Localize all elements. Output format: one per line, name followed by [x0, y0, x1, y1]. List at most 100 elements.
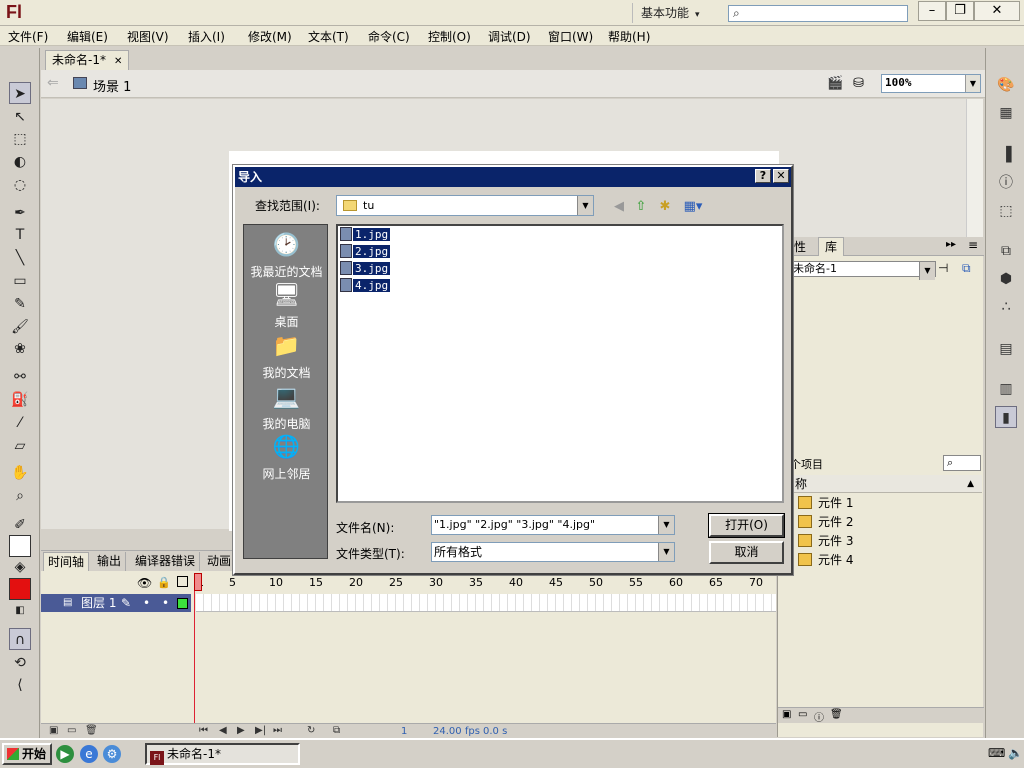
minimize-button[interactable]: –: [918, 1, 946, 21]
loop-icon[interactable]: ↻: [307, 725, 315, 736]
cancel-button[interactable]: 取消: [709, 541, 784, 564]
frame-rate[interactable]: 24.00 fps: [433, 726, 480, 737]
tab-library[interactable]: 库: [818, 237, 845, 256]
new-library-icon[interactable]: ⧉: [962, 261, 971, 276]
frame-number[interactable]: 70: [749, 576, 763, 589]
frame-number[interactable]: 35: [469, 576, 483, 589]
pen-icon[interactable]: ✒: [9, 202, 31, 224]
playhead-handle[interactable]: [194, 573, 202, 591]
new-symbol-icon[interactable]: ▣: [782, 709, 791, 720]
lasso-icon[interactable]: ◌: [9, 174, 31, 196]
motion-presets-icon[interactable]: ∴: [995, 296, 1017, 318]
step-back-icon[interactable]: ◀: [219, 725, 227, 736]
deco-tool-icon[interactable]: ❀: [9, 338, 31, 360]
back-arrow-icon[interactable]: ⇐: [47, 75, 59, 91]
keyboard-icon[interactable]: ⌨: [988, 746, 1005, 760]
menu-commands[interactable]: 命令(C): [368, 28, 410, 45]
menu-file[interactable]: 文件(F): [8, 28, 48, 45]
back-icon[interactable]: ◀: [610, 198, 628, 216]
dialog-close-button[interactable]: ✕: [773, 169, 789, 183]
movie-explorer-icon[interactable]: ▥: [995, 378, 1017, 400]
line-tool-icon[interactable]: ╲: [9, 247, 31, 269]
paint-bucket-icon[interactable]: ⛽: [9, 389, 31, 411]
selection-tool-icon[interactable]: ➤: [9, 82, 31, 104]
smooth-icon[interactable]: ⟲: [9, 652, 31, 674]
swap-colors-icon[interactable]: ◧: [9, 600, 31, 622]
settings-icon[interactable]: ⚙: [103, 745, 121, 763]
new-folder-icon[interactable]: ✱: [656, 198, 674, 216]
file-name-input[interactable]: "1.jpg" "2.jpg" "3.jpg" "4.jpg" ▼: [431, 515, 675, 535]
file-item[interactable]: 4.jpg: [340, 278, 391, 294]
menu-help[interactable]: 帮助(H): [608, 28, 650, 45]
frame-number[interactable]: 30: [429, 576, 443, 589]
snap-magnet-icon[interactable]: ∩: [9, 628, 31, 650]
library-document-select[interactable]: 未命名-1 ▼: [790, 261, 936, 280]
3d-rotation-icon[interactable]: ◐: [9, 151, 31, 173]
visible-dot-icon[interactable]: •: [143, 594, 150, 612]
brush-icon[interactable]: 🖌: [9, 316, 31, 338]
tab-timeline[interactable]: 时间轴: [43, 552, 90, 571]
frame-number[interactable]: 15: [309, 576, 323, 589]
look-in-select[interactable]: tu ▼: [336, 195, 594, 216]
file-item[interactable]: 2.jpg: [340, 244, 391, 260]
align-icon[interactable]: ▐: [995, 144, 1017, 166]
place-my-documents[interactable]: 📁 我的文档: [244, 332, 329, 381]
menu-insert[interactable]: 插入(I): [188, 28, 225, 45]
tab-output[interactable]: 输出: [93, 552, 127, 571]
menu-control[interactable]: 控制(O): [428, 28, 471, 45]
first-frame-icon[interactable]: ⏮: [199, 725, 208, 736]
rectangle-tool-icon[interactable]: ▭: [9, 270, 31, 292]
frame-number[interactable]: 25: [389, 576, 403, 589]
bone-tool-icon[interactable]: ⚯: [9, 366, 31, 388]
place-network[interactable]: 🌐 网上邻居: [244, 433, 329, 482]
components-icon[interactable]: ⬢: [995, 268, 1017, 290]
tab-motion-editor[interactable]: 动画: [203, 552, 237, 571]
lock-dot-icon[interactable]: •: [162, 594, 169, 612]
workspace-switcher[interactable]: 基本功能 ▾: [632, 3, 708, 23]
transform-icon[interactable]: ⬚: [995, 200, 1017, 222]
swatches-icon[interactable]: ▦: [995, 102, 1017, 124]
layer-row[interactable]: ▤ 图层 1 ✎ • •: [41, 594, 191, 612]
document-tab[interactable]: 未命名-1* ✕: [45, 50, 130, 70]
place-recent[interactable]: 🕑 我最近的文档: [244, 231, 329, 280]
outline-icon[interactable]: [177, 576, 188, 587]
fill-color-swatch[interactable]: [9, 578, 31, 600]
frame-number[interactable]: 65: [709, 576, 723, 589]
play-icon[interactable]: ▶: [237, 725, 245, 736]
tab-properties[interactable]: 性: [792, 238, 808, 256]
pencil-icon[interactable]: ✎: [9, 293, 31, 315]
text-tool-icon[interactable]: T: [9, 224, 31, 246]
stroke-color-swatch[interactable]: [9, 535, 31, 557]
start-button[interactable]: 开始: [2, 743, 52, 765]
taskbar-item[interactable]: Fl 未命名-1*: [145, 743, 300, 765]
outline-color-icon[interactable]: [177, 598, 188, 609]
library-item[interactable]: 元件 4: [798, 551, 853, 569]
frame-number[interactable]: 45: [549, 576, 563, 589]
menu-window[interactable]: 窗口(W): [548, 28, 593, 45]
properties-icon[interactable]: ⓘ: [814, 709, 824, 724]
delete-icon[interactable]: 🗑: [85, 725, 98, 736]
playhead[interactable]: [194, 573, 202, 723]
frame-number[interactable]: 50: [589, 576, 603, 589]
layer-name[interactable]: 图层 1: [81, 594, 116, 612]
new-layer-icon[interactable]: ▣: [49, 725, 58, 736]
file-item[interactable]: 3.jpg: [340, 261, 391, 277]
frames-row[interactable]: [196, 594, 776, 612]
place-desktop[interactable]: 🖥 桌面: [244, 281, 329, 330]
menu-edit[interactable]: 编辑(E): [67, 28, 108, 45]
menu-modify[interactable]: 修改(M): [248, 28, 292, 45]
eraser-icon[interactable]: ▱: [9, 435, 31, 457]
library-item[interactable]: 元件 1: [798, 494, 853, 512]
new-folder-icon[interactable]: ▭: [67, 725, 76, 736]
menu-view[interactable]: 视图(V): [127, 28, 169, 45]
pin-icon[interactable]: ⊣: [938, 261, 948, 275]
new-folder-icon[interactable]: ▭: [798, 709, 807, 720]
library-icon[interactable]: ▮: [995, 406, 1017, 428]
menu-text[interactable]: 文本(T): [308, 28, 349, 45]
internet-explorer-icon[interactable]: e: [80, 745, 98, 763]
project-icon[interactable]: ▤: [995, 338, 1017, 360]
edit-scene-icon[interactable]: 🎬: [827, 76, 843, 91]
actions-icon[interactable]: ⧉: [995, 240, 1017, 262]
media-player-icon[interactable]: ▶: [56, 745, 74, 763]
help-button[interactable]: ?: [755, 169, 771, 183]
